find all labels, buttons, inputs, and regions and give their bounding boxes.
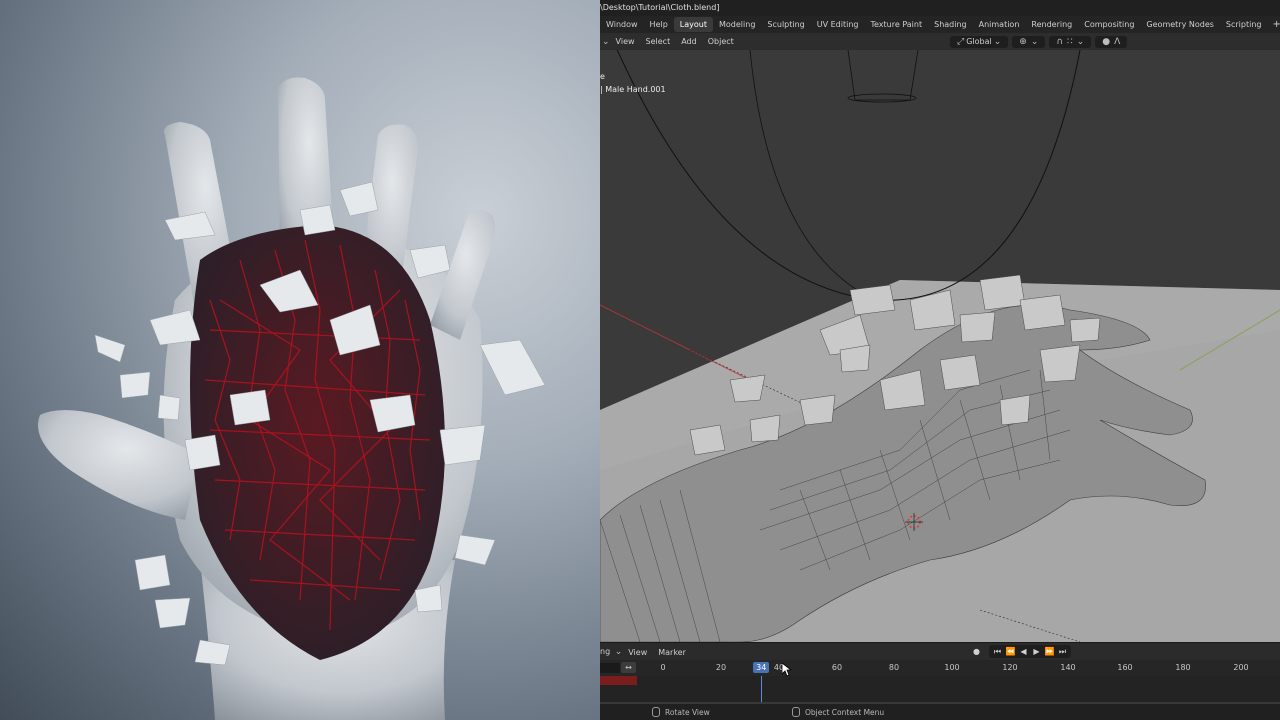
play-reverse-icon[interactable]: ◀ — [1017, 645, 1030, 658]
chevron-down-icon: ⌄ — [993, 36, 1002, 47]
falloff-icon: Λ — [1114, 36, 1121, 47]
tick-label: 200 — [1233, 663, 1249, 672]
window-titlebar: \Desktop\Tutorial\Cloth.blend] — [600, 0, 1280, 16]
file-path-title: \Desktop\Tutorial\Cloth.blend] — [600, 3, 720, 12]
viewport-scene — [600, 50, 1280, 642]
timeline-playhead[interactable] — [761, 676, 763, 702]
viewport-info-line: e — [600, 72, 605, 81]
tab-shading[interactable]: Shading — [928, 17, 973, 32]
frame-field[interactable] — [600, 663, 620, 673]
timeline-ruler[interactable]: ↔ 0 20 40 60 80 100 120 140 160 180 200 … — [600, 660, 1280, 676]
resize-arrows-icon[interactable]: ↔ — [621, 662, 636, 673]
mouse-middle-icon — [652, 707, 660, 717]
hand-render-image — [38, 77, 546, 720]
tick-label: 80 — [888, 663, 900, 672]
tab-compositing[interactable]: Compositing — [1078, 17, 1140, 32]
playback-controls: ● ⏮ ⏪ ◀ ▶ ⏩ ⏭ — [970, 645, 1071, 658]
tick-label: 140 — [1060, 663, 1076, 672]
keyframe-range-bar — [600, 676, 637, 685]
play-icon[interactable]: ▶ — [1030, 645, 1043, 658]
timeline-mode-label: ng — [600, 647, 611, 656]
tab-texture-paint[interactable]: Texture Paint — [864, 17, 928, 32]
status-bar: Rotate View Object Context Menu — [600, 704, 1280, 720]
tab-geometry-nodes[interactable]: Geometry Nodes — [1140, 17, 1219, 32]
add-workspace-button[interactable]: + — [1267, 19, 1280, 30]
menu-object[interactable]: Object — [704, 37, 741, 46]
tick-label: 20 — [715, 663, 727, 672]
status-context-menu: Object Context Menu — [792, 707, 884, 717]
tick-label: 0 — [660, 663, 666, 672]
tab-scripting[interactable]: Scripting — [1220, 17, 1268, 32]
3d-viewport[interactable]: e | Male Hand.001 — [600, 50, 1280, 642]
chevron-down-icon: ⌄ — [1076, 36, 1085, 47]
tick-label: 60 — [831, 663, 843, 672]
timeline-mode-dropdown[interactable]: ng ⌄ — [600, 647, 624, 657]
next-keyframe-icon[interactable]: ⏩ — [1043, 645, 1056, 658]
tick-label: 100 — [944, 663, 960, 672]
chevron-down-icon[interactable]: ⌄ — [602, 37, 610, 47]
x-axis-line — [600, 304, 751, 381]
menu-window[interactable]: Window — [600, 20, 644, 29]
mouse-pointer-icon — [782, 663, 792, 677]
pivot-icon: ⊕ — [1019, 36, 1027, 47]
tab-layout[interactable]: Layout — [673, 17, 713, 32]
orientation-icon: ⤢ — [957, 36, 965, 47]
transform-orientation-dropdown[interactable]: ⤢ Global ⌄ — [950, 35, 1009, 48]
tab-rendering[interactable]: Rendering — [1025, 17, 1078, 32]
blender-window: \Desktop\Tutorial\Cloth.blend] Window He… — [600, 0, 1280, 720]
tab-sculpting[interactable]: Sculpting — [761, 17, 810, 32]
tick-label: 120 — [1002, 663, 1018, 672]
current-frame-indicator[interactable]: 34 — [753, 662, 770, 673]
prev-keyframe-icon[interactable]: ⏪ — [1004, 645, 1017, 658]
timeline-track-area[interactable] — [600, 676, 1280, 702]
timeline-menu-marker[interactable]: Marker — [654, 648, 693, 657]
menu-add[interactable]: Add — [677, 37, 704, 46]
render-preview-panel — [0, 0, 600, 720]
record-icon[interactable]: ● — [970, 645, 983, 658]
jump-start-icon[interactable]: ⏮ — [991, 645, 1004, 658]
status-text-rotate: Rotate View — [665, 707, 710, 717]
top-menu-bar: Window Help Layout Modeling Sculpting UV… — [600, 16, 1280, 33]
tab-animation[interactable]: Animation — [973, 17, 1026, 32]
timeline-header: ng ⌄ View Marker ● ⏮ ⏪ ◀ ▶ ⏩ ⏭ — [600, 642, 1280, 661]
tick-label: 160 — [1117, 663, 1133, 672]
menu-select[interactable]: Select — [642, 37, 678, 46]
proportional-icon: ● — [1102, 36, 1111, 47]
active-object-name: | Male Hand.001 — [600, 85, 666, 94]
menu-view[interactable]: View — [612, 37, 642, 46]
magnet-icon: ∩ — [1056, 36, 1063, 47]
status-text-context: Object Context Menu — [805, 707, 885, 717]
status-rotate-view: Rotate View — [652, 707, 710, 717]
proportional-editing-toggle[interactable]: ● Λ — [1095, 35, 1128, 48]
viewport-header: ⌄ View Select Add Object ⤢ Global ⌄ ⊕ ⌄ … — [600, 33, 1280, 50]
pivot-point-dropdown[interactable]: ⊕ ⌄ — [1012, 35, 1046, 48]
timeline-menu-view[interactable]: View — [624, 648, 654, 657]
mouse-right-icon — [792, 707, 800, 717]
chevron-down-icon: ⌄ — [614, 647, 623, 657]
snap-increment-icon: ∷ — [1066, 36, 1073, 47]
jump-end-icon[interactable]: ⏭ — [1056, 645, 1069, 658]
tick-label: 180 — [1175, 663, 1191, 672]
tab-uv-editing[interactable]: UV Editing — [811, 17, 865, 32]
orientation-value: Global — [966, 37, 992, 46]
chevron-down-icon: ⌄ — [1030, 36, 1039, 47]
snapping-toggle[interactable]: ∩ ∷ ⌄ — [1049, 35, 1092, 48]
menu-help[interactable]: Help — [644, 20, 674, 29]
tab-modeling[interactable]: Modeling — [713, 17, 761, 32]
